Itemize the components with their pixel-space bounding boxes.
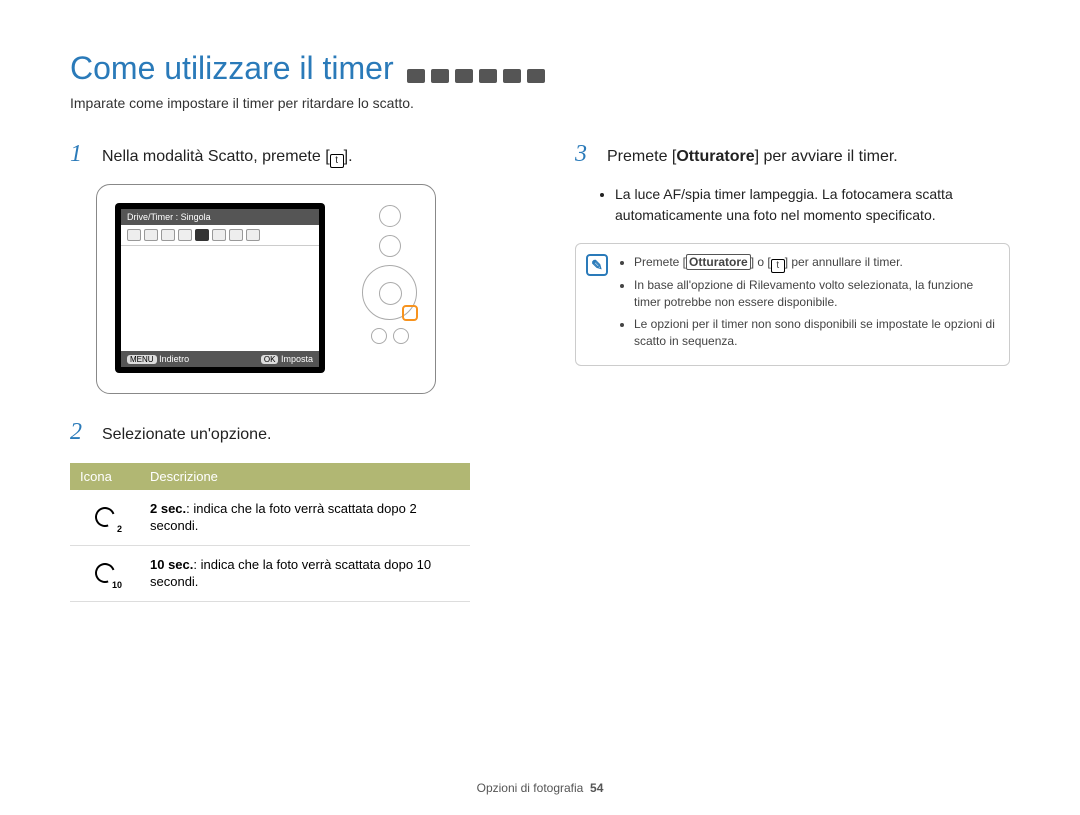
note-box: ✎ Premete [Otturatore] o [t] per annulla…	[575, 243, 1010, 366]
timer-10s-icon: 10	[92, 560, 118, 586]
camera-dpad	[362, 265, 417, 320]
step-number: 3	[575, 141, 597, 168]
screen-header: Drive/Timer : Singola	[121, 209, 319, 225]
menu-pill: MENU	[127, 355, 157, 364]
drive-option-icon	[212, 229, 226, 241]
drive-option-icon	[178, 229, 192, 241]
note-icon: ✎	[586, 254, 608, 276]
screen-option-row	[121, 225, 319, 246]
dpad-highlight	[402, 305, 418, 321]
camera-small-button	[393, 328, 409, 344]
step-text: Nella modalità Scatto, premete [t].	[102, 141, 353, 168]
camera-diagram: Drive/Timer : Singola MENU Indietro OK	[96, 184, 436, 394]
timer-button-icon: t	[330, 154, 344, 168]
mode-icon	[455, 69, 473, 83]
mode-icon	[407, 69, 425, 83]
dpad-center	[379, 282, 402, 305]
row-description: 2 sec.: indica che la foto verrà scattat…	[140, 490, 470, 546]
camera-controls	[362, 205, 417, 344]
step-text: Selezionate un'opzione.	[102, 419, 271, 446]
camera-button	[379, 205, 401, 227]
screen-footer: MENU Indietro OK Imposta	[121, 351, 319, 367]
drive-option-icon	[229, 229, 243, 241]
table-row: 2 2 sec.: indica che la foto verrà scatt…	[70, 490, 470, 546]
mode-icons-row	[407, 69, 545, 83]
note-item: Le opzioni per il timer non sono disponi…	[634, 316, 997, 351]
drive-option-icon	[144, 229, 158, 241]
page-subtitle: Imparate come impostare il timer per rit…	[70, 95, 1010, 111]
options-table: Icona Descrizione 2 2 sec.: indica che l…	[70, 463, 470, 602]
mode-icon	[479, 69, 497, 83]
table-header-desc: Descrizione	[140, 463, 470, 490]
drive-option-icon	[246, 229, 260, 241]
page-footer: Opzioni di fotografia 54	[0, 781, 1080, 795]
row-description: 10 sec.: indica che la foto verrà scatta…	[140, 545, 470, 601]
camera-small-button	[371, 328, 387, 344]
drive-option-icon-selected	[195, 229, 209, 241]
camera-button	[379, 235, 401, 257]
step-number: 1	[70, 141, 92, 168]
note-item: In base all'opzione di Rilevamento volto…	[634, 277, 997, 312]
ok-pill: OK	[261, 355, 279, 364]
note-item: Premete [Otturatore] o [t] per annullare…	[634, 254, 997, 273]
left-column: 1 Nella modalità Scatto, premete [t]. Dr…	[70, 141, 505, 602]
step-text: Premete [Otturatore] per avviare il time…	[607, 141, 898, 168]
table-row: 10 10 sec.: indica che la foto verrà sca…	[70, 545, 470, 601]
mode-icon	[527, 69, 545, 83]
timer-2s-icon: 2	[92, 504, 118, 530]
timer-button-icon: t	[771, 259, 785, 273]
drive-option-icon	[127, 229, 141, 241]
table-header-icon: Icona	[70, 463, 140, 490]
mode-icon	[431, 69, 449, 83]
drive-option-icon	[161, 229, 175, 241]
right-column: 3 Premete [Otturatore] per avviare il ti…	[575, 141, 1010, 602]
page-title: Come utilizzare il timer	[70, 50, 394, 87]
step-number: 2	[70, 419, 92, 446]
camera-screen: Drive/Timer : Singola MENU Indietro OK	[115, 203, 325, 373]
step3-bullet: La luce AF/spia timer lampeggia. La foto…	[615, 184, 1010, 225]
mode-icon	[503, 69, 521, 83]
